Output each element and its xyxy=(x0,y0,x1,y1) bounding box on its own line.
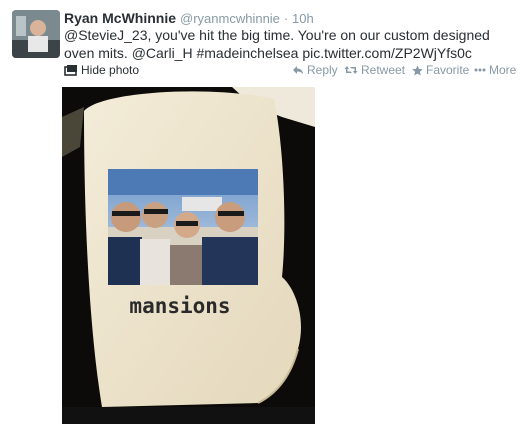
tweet-text: @StevieJ_23, you've hit the big time. Yo… xyxy=(64,27,490,61)
more-dots-icon xyxy=(474,68,486,72)
reply-label: Reply xyxy=(307,63,338,77)
star-icon xyxy=(412,64,423,76)
retweet-button[interactable]: Retweet xyxy=(344,63,405,77)
oven-mitt-photo: mansions xyxy=(62,87,315,424)
author-username[interactable]: @ryanmcwhinnie xyxy=(180,11,280,26)
author-name[interactable]: Ryan McWhinnie xyxy=(64,10,176,26)
tweet-photo[interactable]: mansions xyxy=(62,87,315,424)
tweet-actions: Hide photo Reply Retweet Favorite More xyxy=(64,63,520,79)
reply-button[interactable]: Reply xyxy=(292,63,338,77)
reply-icon xyxy=(293,66,303,75)
favorite-label: Favorite xyxy=(426,63,470,77)
mitt-print-text: mansions xyxy=(129,294,230,318)
photo-icon xyxy=(64,65,77,76)
avatar[interactable] xyxy=(12,10,60,58)
retweet-label: Retweet xyxy=(361,63,406,77)
separator-dot: · xyxy=(283,11,289,26)
tweet-header: Ryan McWhinnie @ryanmcwhinnie · 10h xyxy=(64,10,314,27)
hide-photo-label: Hide photo xyxy=(81,63,140,77)
timestamp[interactable]: 10h xyxy=(292,11,314,26)
more-label: More xyxy=(489,63,517,77)
favorite-button[interactable]: Favorite xyxy=(412,63,469,77)
more-button[interactable]: More xyxy=(474,63,516,77)
retweet-icon xyxy=(344,66,358,74)
hide-photo-button[interactable]: Hide photo xyxy=(64,63,139,77)
